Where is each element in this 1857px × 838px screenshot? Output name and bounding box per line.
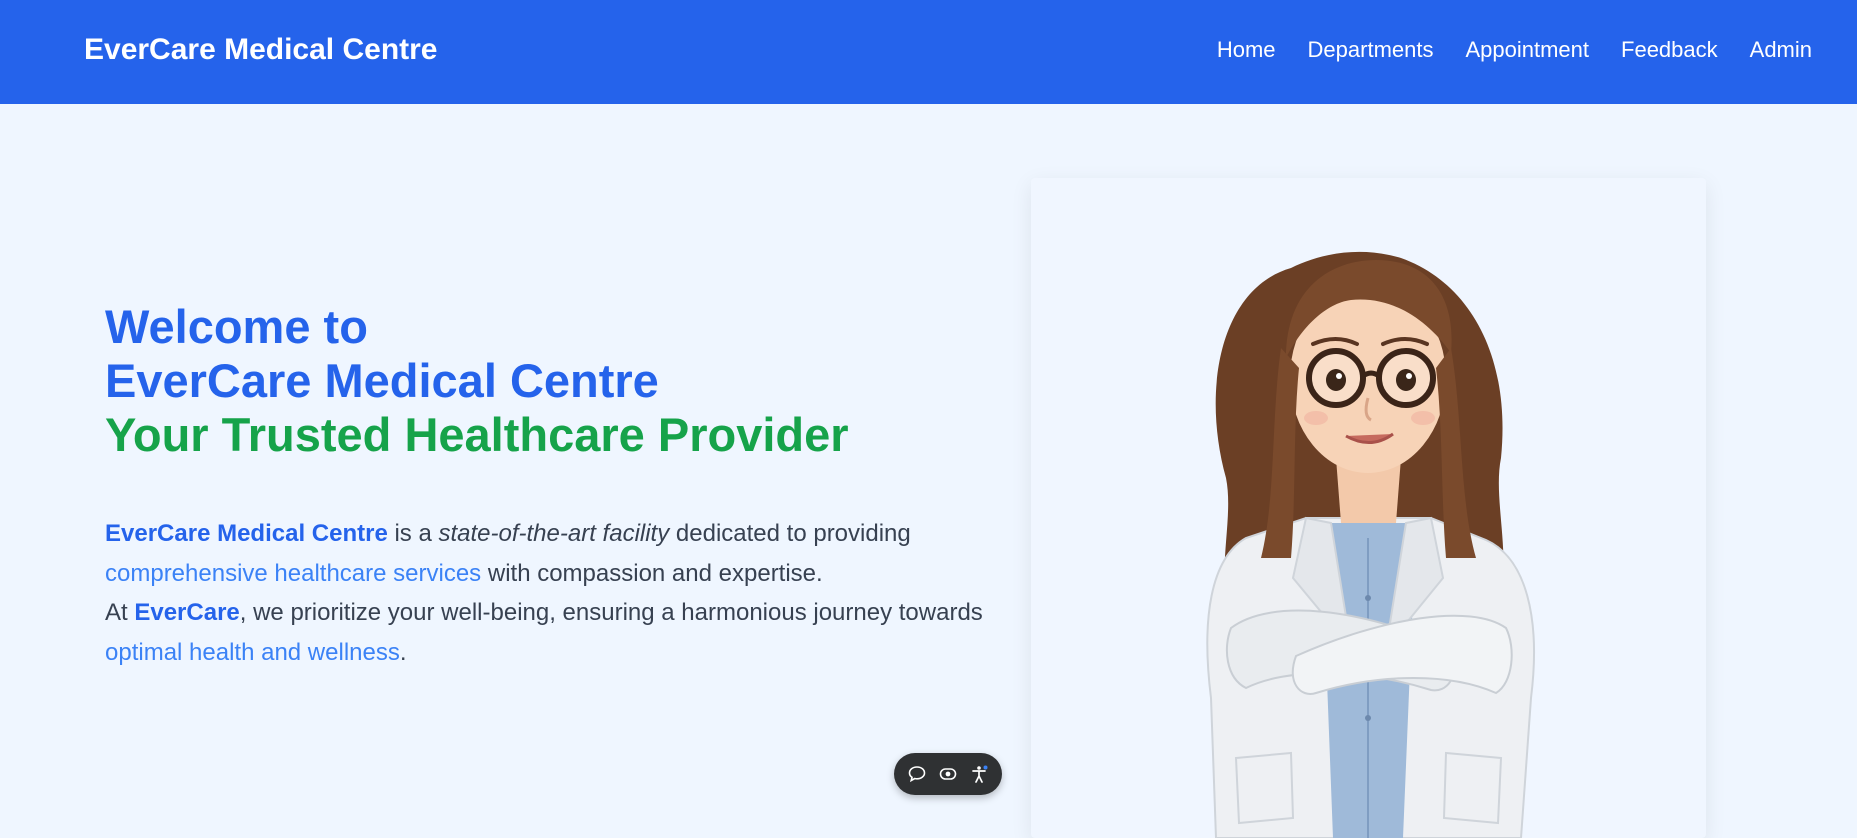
desc-services-highlight: comprehensive healthcare services xyxy=(105,559,482,587)
hero-title-line-3: Your Trusted Healthcare Provider xyxy=(105,408,849,461)
nav-appointment-link[interactable]: Appointment xyxy=(1465,36,1589,64)
desc-brand-name: EverCare Medical Centre xyxy=(105,520,388,547)
hero-title-line-1: Welcome to xyxy=(105,300,368,353)
hero-image-card xyxy=(1031,178,1706,838)
accessibility-person-icon[interactable] xyxy=(968,763,990,785)
desc-text: is a xyxy=(387,520,439,547)
doctor-illustration xyxy=(1206,251,1535,838)
desc-text: , we prioritize your well-being, ensurin… xyxy=(239,599,983,626)
brand-logo-link[interactable]: EverCare Medical Centre xyxy=(84,30,438,70)
nav-departments-link[interactable]: Departments xyxy=(1308,36,1434,64)
nav-menu: Home Departments Appointment Feedback Ad… xyxy=(1217,36,1812,64)
nav-feedback-link[interactable]: Feedback xyxy=(1621,36,1718,64)
desc-brand-short: EverCare xyxy=(134,599,240,626)
nav-admin-link[interactable]: Admin xyxy=(1750,36,1812,64)
accessibility-toolbar xyxy=(894,753,1002,795)
desc-wellness-highlight: optimal health and wellness xyxy=(105,638,400,666)
nav-home-link[interactable]: Home xyxy=(1217,36,1276,64)
desc-text: At xyxy=(105,599,135,626)
desc-text: . xyxy=(399,638,407,666)
desc-text: with compassion and expertise. xyxy=(481,559,823,587)
hero-description: EverCare Medical Centre is a state-of-th… xyxy=(105,514,1005,672)
hero-section: Welcome to EverCare Medical Centre Your … xyxy=(105,300,1005,672)
hero-title-line-2: EverCare Medical Centre xyxy=(105,354,659,407)
eye-icon[interactable] xyxy=(937,763,959,785)
desc-emphasis: state-of-the-art facility xyxy=(438,520,670,547)
speech-bubble-icon[interactable] xyxy=(906,763,928,785)
hero-title: Welcome to EverCare Medical Centre Your … xyxy=(105,300,1005,462)
navbar: EverCare Medical Centre Home Departments… xyxy=(0,0,1857,104)
desc-text: dedicated to providing xyxy=(669,520,911,547)
